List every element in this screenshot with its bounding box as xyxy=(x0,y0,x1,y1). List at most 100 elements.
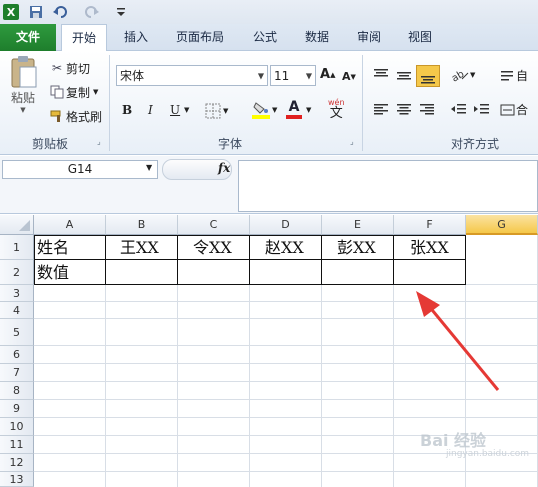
row-header-13[interactable]: 13 xyxy=(0,472,34,487)
clipboard-group-label: 剪贴板 xyxy=(31,137,68,151)
redo-icon[interactable] xyxy=(80,4,102,20)
tab-home[interactable]: 开始 xyxy=(61,24,107,52)
highlight-swatch xyxy=(252,115,270,119)
column-header-f[interactable]: F xyxy=(394,215,466,235)
column-header-d[interactable]: D xyxy=(250,215,322,235)
cut-button[interactable]: ✂ 剪切 xyxy=(48,59,90,77)
cut-label: 剪切 xyxy=(66,61,91,76)
table-border xyxy=(393,235,394,285)
chevron-down-icon[interactable]: ▼ xyxy=(184,106,189,114)
column-header-b[interactable]: B xyxy=(106,215,178,235)
align-right-button[interactable] xyxy=(418,101,436,117)
chevron-down-icon[interactable]: ▼ xyxy=(272,106,277,114)
column-header-e[interactable]: E xyxy=(322,215,394,235)
cell-f1[interactable]: 张XX xyxy=(410,236,449,259)
dialog-launcher-icon[interactable]: ⌟ xyxy=(350,137,354,146)
italic-button[interactable]: I xyxy=(148,103,153,117)
tab-file[interactable]: 文件 xyxy=(0,24,56,51)
format-painter-label: 格式刷 xyxy=(66,109,103,124)
formula-input[interactable] xyxy=(238,160,538,212)
fill-color-button[interactable] xyxy=(252,101,270,119)
chevron-down-icon[interactable]: ▼ xyxy=(306,106,311,114)
font-color-swatch xyxy=(286,115,302,119)
row-header-7[interactable]: 7 xyxy=(0,364,34,382)
column-header-g[interactable]: G xyxy=(466,215,538,235)
tab-page-layout[interactable]: 页面布局 xyxy=(168,24,232,51)
row-header-2[interactable]: 2 xyxy=(0,260,34,285)
font-name-dropdown[interactable]: 宋体 ▼ xyxy=(116,65,268,86)
cell-a2[interactable]: 数值 xyxy=(37,261,69,284)
undo-icon[interactable] xyxy=(50,4,72,20)
row-header-10[interactable]: 10 xyxy=(0,418,34,436)
align-top-icon xyxy=(374,69,388,77)
row-header-1[interactable]: 1 xyxy=(0,235,34,260)
borders-button[interactable]: ▼ xyxy=(205,103,228,119)
wrap-text-button[interactable]: 自 xyxy=(500,67,528,84)
align-top-button[interactable] xyxy=(372,67,390,83)
select-all-button[interactable] xyxy=(0,215,34,235)
underline-button[interactable]: U xyxy=(170,103,180,117)
borders-icon xyxy=(205,103,221,119)
merge-center-button[interactable]: 合 xyxy=(500,101,528,118)
tab-formulas[interactable]: 公式 xyxy=(243,24,287,51)
table-border xyxy=(105,235,106,285)
cell-b1[interactable]: 王XX xyxy=(120,236,159,259)
increase-indent-button[interactable] xyxy=(473,101,491,117)
align-left-button[interactable] xyxy=(372,101,390,117)
merge-label: 合 xyxy=(516,103,529,117)
cell-e1[interactable]: 彭XX xyxy=(337,236,376,259)
name-box[interactable]: G14 xyxy=(2,160,158,179)
decrease-indent-button[interactable] xyxy=(450,101,468,117)
row-header-12[interactable]: 12 xyxy=(0,454,34,472)
merge-icon xyxy=(500,104,515,115)
row-header-5[interactable]: 5 xyxy=(0,319,34,346)
chevron-down-icon[interactable]: ▼ xyxy=(146,163,152,172)
align-middle-icon xyxy=(397,72,411,80)
font-color-icon: A xyxy=(288,99,300,115)
align-middle-button[interactable] xyxy=(395,67,413,83)
customize-qat-icon[interactable] xyxy=(115,4,127,20)
column-header-a[interactable]: A xyxy=(34,215,106,235)
copy-icon xyxy=(48,85,66,99)
row-header-6[interactable]: 6 xyxy=(0,346,34,364)
row-header-11[interactable]: 11 xyxy=(0,436,34,454)
grow-font-button[interactable]: A ▲ xyxy=(320,67,335,82)
gridline xyxy=(34,471,538,472)
decrease-indent-icon xyxy=(451,104,466,114)
excel-icon[interactable]: X xyxy=(3,4,19,20)
chevron-down-icon: ▼ xyxy=(257,71,264,80)
increase-indent-icon xyxy=(474,104,489,114)
copy-button[interactable]: 复制 ▼ xyxy=(48,83,98,101)
paste-icon xyxy=(11,56,37,88)
orientation-button[interactable]: ab ▼ xyxy=(450,67,475,83)
align-center-button[interactable] xyxy=(395,101,413,117)
save-icon[interactable] xyxy=(28,4,44,20)
paint-bucket-icon xyxy=(253,102,268,114)
tab-data[interactable]: 数据 xyxy=(295,24,339,51)
row-header-9[interactable]: 9 xyxy=(0,400,34,418)
paste-button[interactable]: 粘贴 ▼ xyxy=(4,55,42,117)
row-header-4[interactable]: 4 xyxy=(0,302,34,319)
tab-insert[interactable]: 插入 xyxy=(113,24,159,51)
chevron-down-icon: ▼ xyxy=(223,107,229,115)
dialog-launcher-icon[interactable]: ⌟ xyxy=(97,137,101,146)
cell-c1[interactable]: 令XX xyxy=(193,236,232,259)
tab-review[interactable]: 审阅 xyxy=(347,24,391,51)
cell-a1[interactable]: 姓名 xyxy=(37,236,69,259)
shrink-font-button[interactable]: A ▼ xyxy=(342,70,356,83)
insert-function-button[interactable]: fx xyxy=(218,161,230,175)
font-color-button[interactable]: A xyxy=(286,99,302,119)
worksheet-grid[interactable]: A B C D E F G 1 2 3 4 5 6 7 8 9 10 11 12… xyxy=(0,215,538,487)
column-header-c[interactable]: C xyxy=(178,215,250,235)
chevron-down-icon: ▼ xyxy=(20,106,26,114)
alignment-group-label: 对齐方式 xyxy=(450,137,499,151)
phonetic-button[interactable]: wén 文 xyxy=(328,97,345,120)
align-bottom-button[interactable] xyxy=(416,65,440,87)
row-header-8[interactable]: 8 xyxy=(0,382,34,400)
row-header-3[interactable]: 3 xyxy=(0,285,34,302)
format-painter-button[interactable]: 格式刷 xyxy=(48,107,102,125)
bold-button[interactable]: B xyxy=(122,103,132,117)
font-size-dropdown[interactable]: 11 ▼ xyxy=(270,65,316,86)
tab-view[interactable]: 视图 xyxy=(398,24,442,51)
cell-d1[interactable]: 赵XX xyxy=(265,236,304,259)
